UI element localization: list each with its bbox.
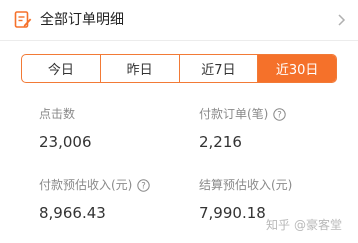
order-detail-header[interactable]: 全部订单明细 — [0, 0, 358, 41]
metric-label: 点击数 — [39, 107, 76, 121]
metric-value: 2,216 — [199, 133, 242, 151]
svg-text:?: ? — [142, 181, 147, 191]
help-icon[interactable]: ? — [273, 107, 287, 121]
metric-label: 付款预估收入(元) — [39, 178, 133, 192]
metric-label: 结算预估收入(元) — [199, 178, 293, 192]
tab-today[interactable]: 今日 — [22, 55, 101, 82]
page-title: 全部订单明细 — [40, 12, 124, 28]
tab-last-7-days[interactable]: 近7日 — [180, 55, 259, 82]
note-edit-icon — [14, 11, 32, 28]
metric-value: 23,006 — [39, 133, 92, 151]
metric-paid-orders: 付款订单(笔) ? 2,216 — [199, 106, 287, 152]
watermark-site: 知乎 — [265, 218, 290, 232]
watermark-author: @豪客堂 — [293, 218, 342, 232]
svg-text:?: ? — [278, 110, 283, 120]
date-range-tabs: 今日 昨日 近7日 近30日 — [21, 54, 337, 83]
metric-label: 付款订单(笔) — [199, 107, 269, 121]
tab-last-30-days[interactable]: 近30日 — [258, 55, 336, 82]
chevron-right-icon[interactable] — [336, 14, 346, 26]
metric-paid-estimated-income: 付款预估收入(元) ? 8,966.43 — [39, 177, 151, 223]
help-icon[interactable]: ? — [137, 178, 151, 192]
metric-value: 8,966.43 — [39, 204, 106, 222]
tab-yesterday[interactable]: 昨日 — [101, 55, 180, 82]
watermark: 知乎 @豪客堂 — [266, 216, 342, 233]
metric-clicks: 点击数 23,006 — [39, 106, 92, 152]
